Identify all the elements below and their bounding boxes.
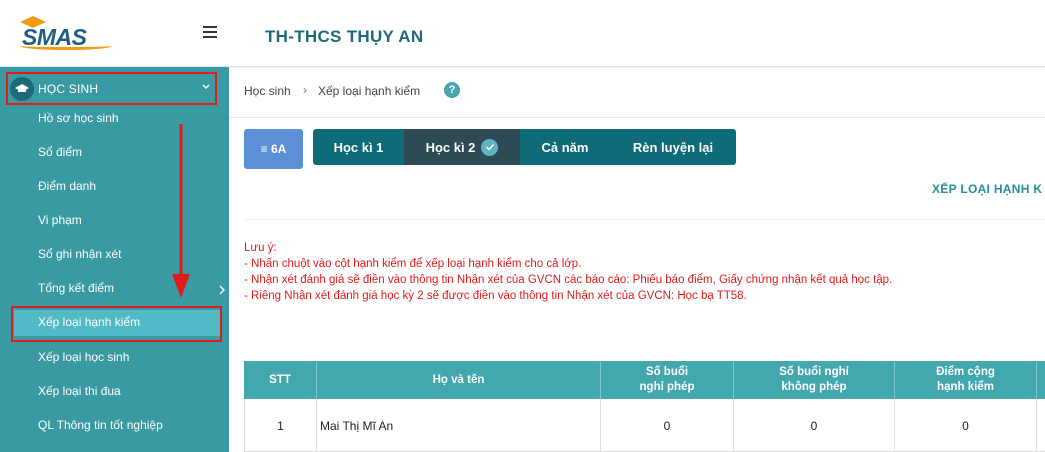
tab-label: Học kì 1 (333, 139, 384, 155)
sidebar: SMAS HỌC SINH Hồ sơ học sinh Sổ điểm Điể… (0, 0, 229, 452)
sidebar-item-tong-ket-diem[interactable]: Tổng kết điểm (38, 278, 114, 298)
red-arrow-annotation (172, 124, 190, 298)
column-header-diem-cong: Điểm cộng hạnh kiểm (895, 361, 1037, 399)
tab-label: Cả năm (541, 139, 589, 155)
check-icon (481, 138, 499, 156)
hamburger-menu-icon[interactable] (203, 26, 217, 40)
tab-label: Học kì 2 (425, 139, 476, 155)
breadcrumb-item-hoc-sinh[interactable]: Học sinh (244, 84, 291, 98)
term-tabs: Học kì 1 Học kì 2 Cả năm Rèn luyện lại (313, 129, 736, 165)
tab-label: Rèn luyện lại (632, 139, 714, 155)
note-line: - Nhận xét đánh giá sẽ điền vào thông ti… (244, 274, 893, 286)
tab-ren-luyen-lai[interactable]: Rèn luyện lại (610, 129, 736, 165)
table-header: STT Họ và tên Số buổi nghỉ phép Số buổi … (244, 361, 1045, 399)
table-row[interactable]: 1 Mai Thị Mĩ An 0 0 0 (244, 399, 1045, 452)
divider (244, 219, 1045, 220)
note-line: - Riêng Nhận xét đánh giá học kỳ 2 sẽ đư… (244, 290, 747, 302)
sidebar-item-ql-thong-tin-tot-nghiep[interactable]: QL Thông tin tốt nghiệp (38, 415, 163, 435)
column-header-stt: STT (244, 361, 317, 399)
top-bar: TH-THCS THỤY AN (229, 0, 1045, 67)
notes-block: Lưu ý: - Nhấn chuột vào cột hạnh kiểm để… (244, 240, 1034, 304)
tab-hoc-ki-2[interactable]: Học kì 2 (404, 129, 520, 165)
cell-stt: 1 (244, 399, 317, 452)
sidebar-item-so-diem[interactable]: Sổ điểm (38, 142, 82, 162)
highlight-box-menu-group (6, 72, 217, 105)
sidebar-item-xep-loai-hoc-sinh[interactable]: Xếp loại học sinh (38, 347, 129, 367)
chevron-right-icon (219, 285, 225, 295)
help-icon[interactable]: ? (444, 82, 460, 98)
sidebar-item-ho-so-hoc-sinh[interactable]: Hồ sơ học sinh (38, 108, 119, 128)
column-header-nghi-phep: Số buổi nghỉ phép (601, 361, 734, 399)
sidebar-item-diem-danh[interactable]: Điểm danh (38, 176, 96, 196)
column-header-nghi-khong-phep: Số buổi nghỉ không phép (734, 361, 895, 399)
cell-nghi-khong-phep[interactable]: 0 (734, 399, 895, 452)
sidebar-item-so-ghi-nhan-xet[interactable]: Sổ ghi nhận xét (38, 244, 121, 264)
sidebar-item-vi-pham[interactable]: Vi phạm (38, 210, 82, 230)
section-title: XẾP LOẠI HẠNH K (932, 182, 1043, 196)
logo-area: SMAS (0, 0, 229, 67)
breadcrumb: Học sinh › Xếp loại hạnh kiểm ? (229, 68, 1045, 118)
logo-swoosh (20, 42, 112, 50)
column-header-ho-ten: Họ và tên (317, 361, 601, 399)
notes-title: Lưu ý: (244, 242, 277, 254)
cell-diem-cong[interactable]: 0 (895, 399, 1037, 452)
sidebar-item-xep-loai-thi-dua[interactable]: Xếp loại thi đua (38, 381, 121, 401)
breadcrumb-item-current: Xếp loại hạnh kiểm (318, 84, 421, 98)
main-content: ≡ 6A Học kì 1 Học kì 2 Cả năm Rèn luyện … (229, 118, 1045, 452)
cell-nghi-phep[interactable]: 0 (601, 399, 734, 452)
note-line: - Nhấn chuột vào cột hạnh kiểm để xếp lo… (244, 258, 582, 270)
cell-ho-ten: Mai Thị Mĩ An (317, 399, 601, 452)
tab-hoc-ki-1[interactable]: Học kì 1 (313, 129, 404, 165)
highlight-box-active-item (11, 306, 222, 342)
breadcrumb-separator: › (303, 83, 307, 97)
class-select-button[interactable]: ≡ 6A (244, 129, 303, 169)
tab-ca-nam[interactable]: Cả năm (520, 129, 610, 165)
smas-logo[interactable]: SMAS (18, 16, 118, 50)
school-name: TH-THCS THỤY AN (265, 27, 424, 46)
